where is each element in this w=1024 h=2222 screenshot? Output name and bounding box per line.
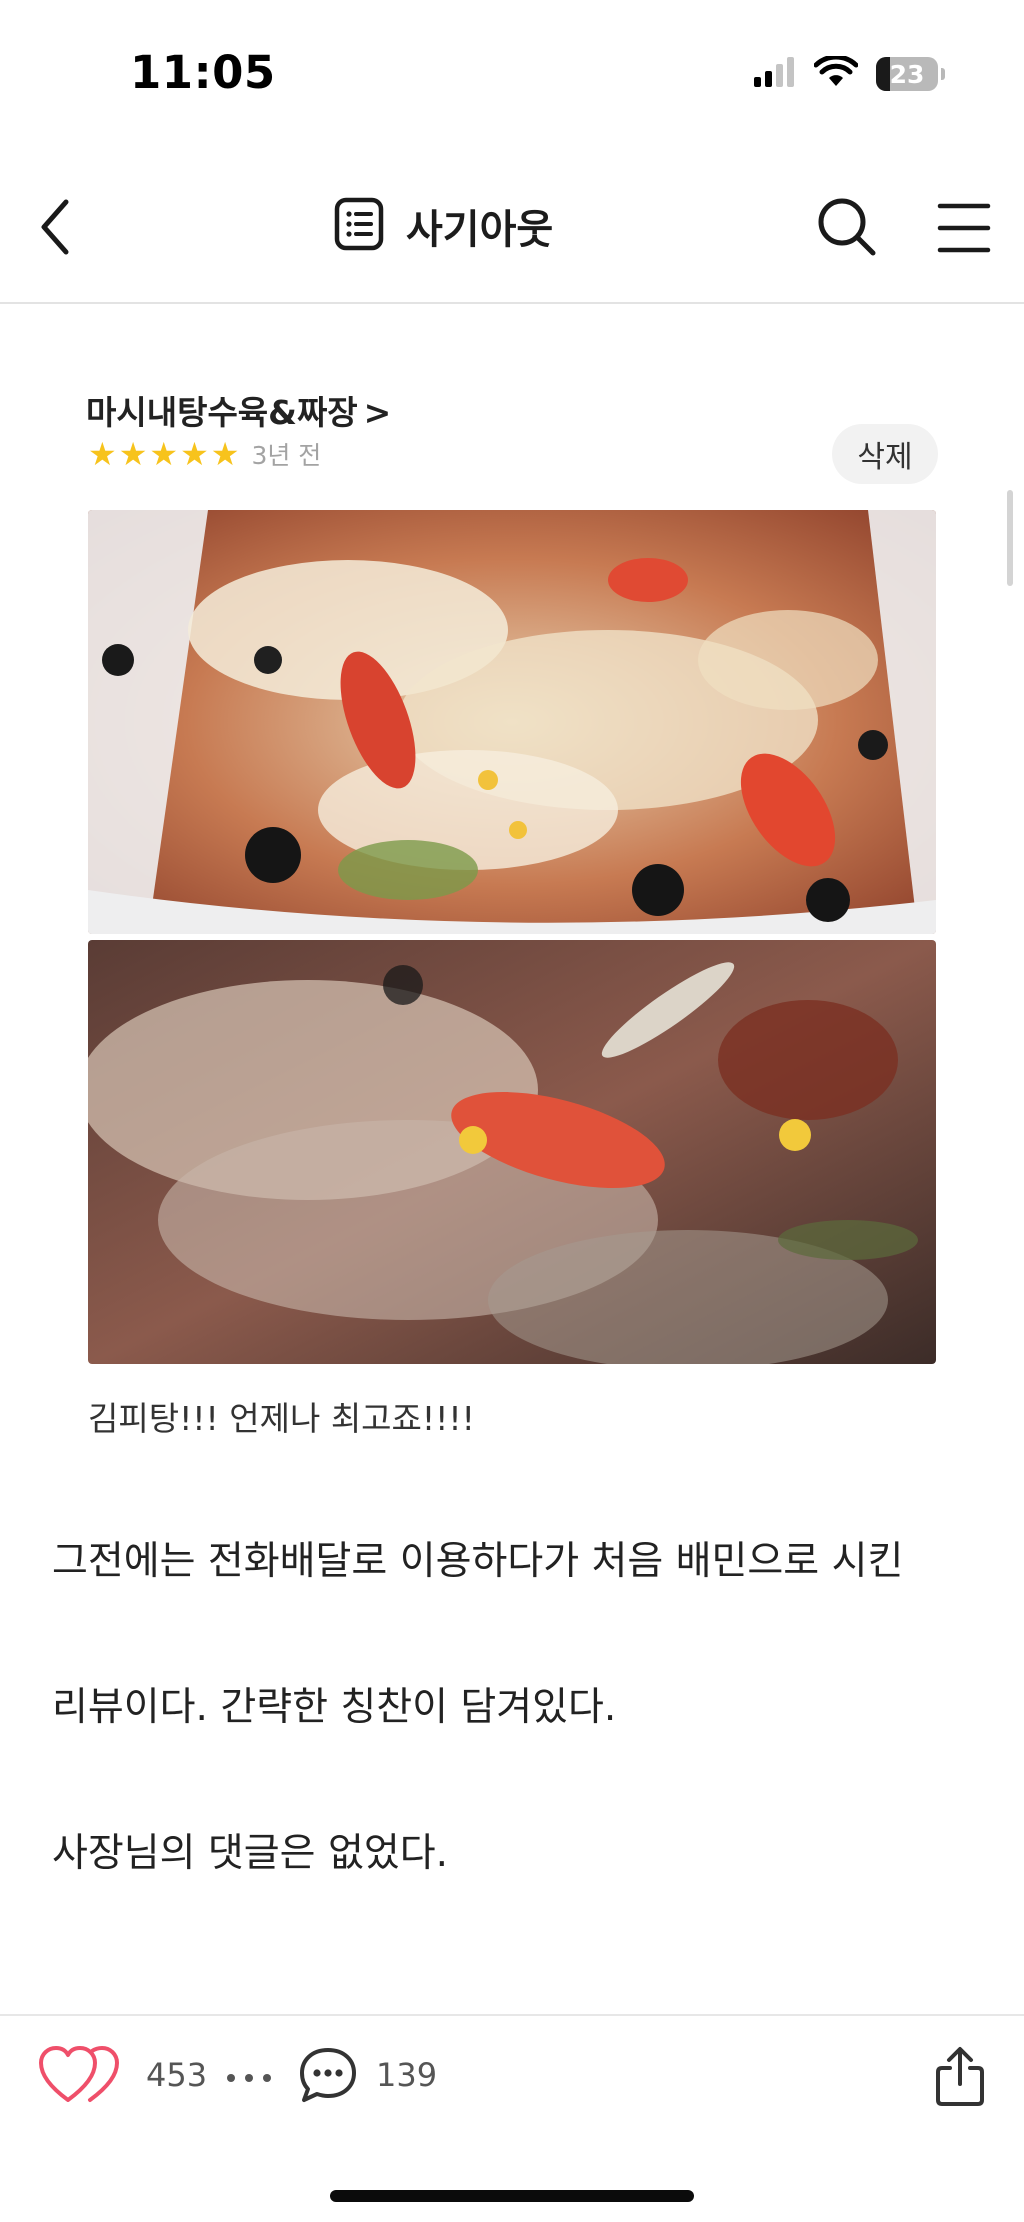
more-button[interactable] xyxy=(224,2068,274,2088)
review-photo-2[interactable] xyxy=(88,940,936,1364)
share-icon xyxy=(936,2047,984,2106)
star-icon: ★ xyxy=(180,435,209,473)
scrollbar[interactable] xyxy=(1007,490,1013,586)
battery-level: 23 xyxy=(889,59,925,89)
nav-title-group[interactable]: 사기아웃 xyxy=(334,196,553,256)
article-paragraph: 그전에는 전화배달로 이용하다가 처음 배민으로 시킨 xyxy=(52,1539,904,1584)
comment-button[interactable]: 139 xyxy=(298,2046,437,2104)
battery-fill xyxy=(876,57,891,91)
status-icons: 23 xyxy=(754,54,945,92)
share-button[interactable] xyxy=(934,2046,986,2108)
delete-button[interactable]: 삭제 xyxy=(832,424,938,484)
star-icon: ★ xyxy=(210,435,240,473)
store-name: 마시내탕수육&짜장 xyxy=(86,393,358,432)
cellular-signal-icon xyxy=(754,57,796,91)
status-time: 11:05 xyxy=(130,46,276,99)
search-icon xyxy=(818,198,876,256)
page-title: 사기아웃 xyxy=(406,207,554,253)
review-photo-1[interactable] xyxy=(88,510,936,934)
home-indicator[interactable] xyxy=(330,2190,694,2202)
nav-header: 사기아웃 xyxy=(0,150,1024,304)
back-button[interactable] xyxy=(30,192,80,262)
article-paragraph: 사장님의 댓글은 없었다. xyxy=(52,1831,448,1876)
store-name-link[interactable]: 마시내탕수육&짜장 > xyxy=(86,386,391,434)
action-bar: 453 139 xyxy=(0,2014,1024,2222)
status-bar: 11:05 23 xyxy=(0,0,1024,150)
star-icon: ★ xyxy=(88,435,117,473)
chevron-right-icon: > xyxy=(363,393,392,432)
comment-count: 139 xyxy=(376,2056,438,2094)
review-text: 김피탕!!! 언제나 최고죠!!!! xyxy=(88,1399,475,1438)
search-button[interactable] xyxy=(816,196,878,258)
star-rating: ★ ★ ★ ★ ★ xyxy=(88,437,239,471)
article-paragraph: 리뷰이다. 간략한 칭찬이 담겨있다. xyxy=(52,1685,617,1730)
list-document-icon xyxy=(334,197,384,255)
comment-bubble-icon xyxy=(300,2048,356,2102)
chevron-left-icon xyxy=(41,199,69,255)
menu-button[interactable] xyxy=(936,198,992,258)
heart-icon xyxy=(39,2046,119,2102)
battery-cap xyxy=(941,68,945,80)
star-icon: ★ xyxy=(118,435,148,473)
more-dots-icon xyxy=(227,2074,271,2082)
rating-row: ★ ★ ★ ★ ★ 3년 전 xyxy=(88,436,321,472)
star-icon: ★ xyxy=(149,435,179,473)
hamburger-menu-icon xyxy=(937,203,991,253)
review-age: 3년 전 xyxy=(251,441,322,470)
battery-icon: 23 xyxy=(876,57,945,91)
wifi-icon xyxy=(813,54,859,92)
like-button[interactable]: 453 xyxy=(38,2044,207,2106)
like-count: 453 xyxy=(146,2056,208,2094)
